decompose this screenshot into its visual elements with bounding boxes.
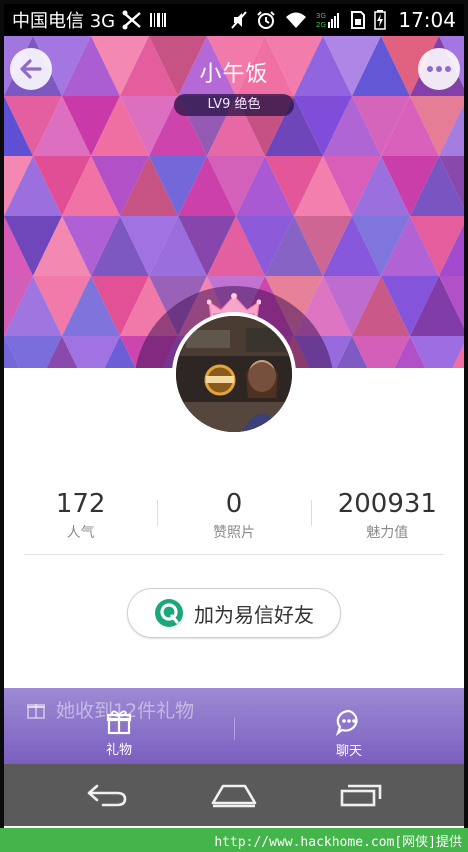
status-bar: 中国电信 3G 3G 2G 17:04 [4,4,464,36]
level-badge: LV9 绝色 [174,94,294,116]
stat-popularity: 172 人气 [4,488,157,548]
stat-label: 赞照片 [212,525,255,541]
battery-icon [374,10,387,30]
usb-debug-icon [121,10,143,30]
system-nav-bar [4,764,464,826]
sim-icon [350,10,366,30]
profile-stats: 172 人气 0 赞照片 200931 魅力值 [4,488,464,548]
more-dots-icon [427,66,451,72]
stat-value: 0 [225,489,243,519]
svg-text:3G: 3G [316,12,326,20]
yixin-logo-icon [155,599,183,627]
svg-text:2G: 2G [316,21,326,29]
nav-back-button[interactable] [77,775,137,815]
add-friend-button[interactable]: 加为易信好友 [127,588,341,638]
wifi-icon [284,10,308,30]
gift-action-button[interactable]: 礼物 [4,702,234,764]
stat-charm[interactable]: 200931 魅力值 [310,488,464,548]
nav-home-icon [211,784,257,808]
action-separator [234,718,235,740]
signal-icon: 3G 2G [316,10,342,30]
barcode-icon [149,11,167,29]
nav-home-button[interactable] [204,775,264,815]
mute-icon [230,10,248,30]
watermark-bar: http://www.hackhome.com[网侠]提供 [0,828,468,852]
nav-back-icon [88,784,127,807]
profile-username: 小午饭 [199,62,269,87]
chat-action-button[interactable]: 聊天 [234,702,464,764]
nav-recents-icon [340,784,381,807]
avatar-photo [176,316,292,432]
profile-screen: 小午饭 LV9 绝色 172 人气 0 赞照片 200931 魅力值 加为易信好… [4,36,464,828]
stat-value: 172 [55,489,106,519]
gift-action-label: 礼物 [105,742,132,758]
carrier-label: 中国电信 3G [12,11,116,32]
clock-label: 17:04 [398,8,456,32]
stat-photo-likes[interactable]: 0 赞照片 [157,488,310,548]
watermark-text: http://www.hackhome.com[网侠]提供 [214,835,462,850]
more-button[interactable] [418,48,460,90]
alarm-icon [256,10,276,30]
stat-value: 200931 [337,489,437,519]
stat-label: 人气 [66,525,95,541]
chat-icon [335,709,358,736]
gift-icon [106,710,132,734]
avatar[interactable] [172,312,296,436]
chat-action-label: 聊天 [335,743,362,759]
add-friend-label: 加为易信好友 [194,602,314,627]
stat-label: 魅力值 [366,525,409,541]
stats-divider [24,554,444,555]
nav-recents-button[interactable] [331,775,391,815]
